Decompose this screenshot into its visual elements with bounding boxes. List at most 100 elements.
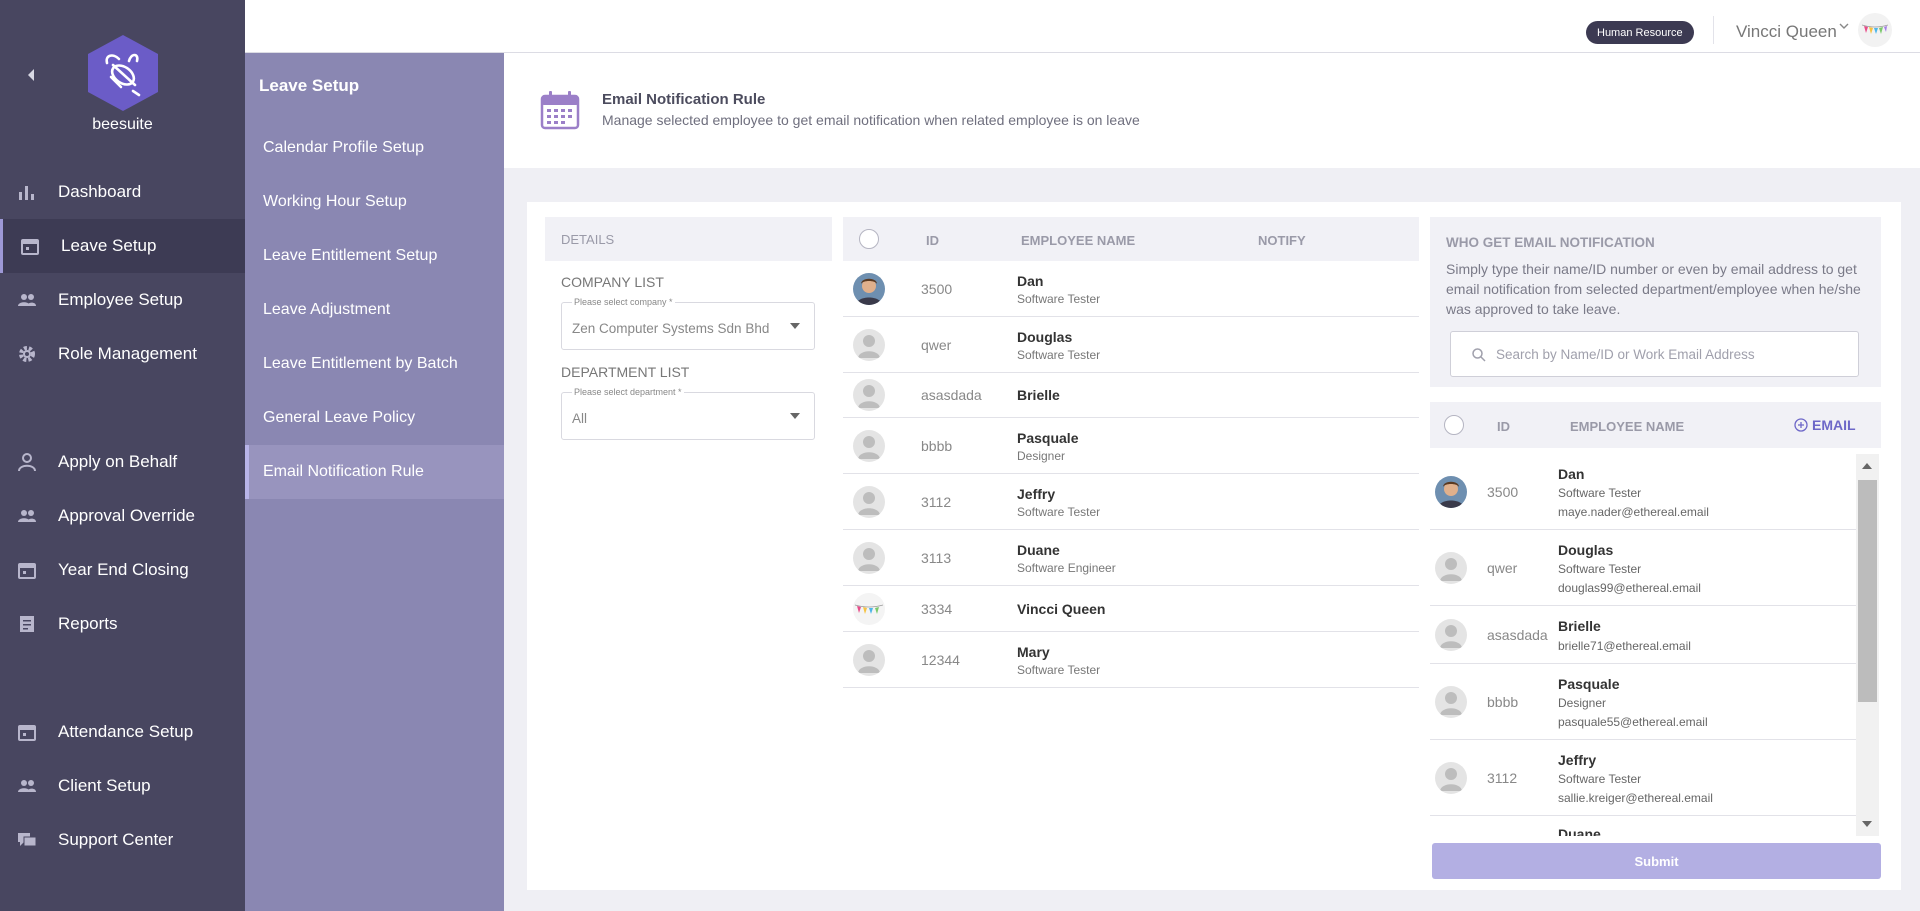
sidebar-item-support-center[interactable]: Support Center (0, 813, 245, 867)
sidebar-item-leave-setup[interactable]: Leave Setup (0, 219, 245, 273)
avatar (853, 644, 885, 676)
list-item[interactable]: qwer Douglas Software Tester douglas99@e… (1430, 530, 1865, 606)
department-select[interactable]: Please select department * All (561, 387, 815, 440)
table-row[interactable]: asasdada Brielle (843, 373, 1419, 418)
subnav-item-leave-entitlement-by-batch[interactable]: Leave Entitlement by Batch (245, 337, 504, 391)
sidebar-item-dashboard[interactable]: Dashboard (0, 165, 245, 219)
notification-list: 3500 Dan Software Tester maye.nader@ethe… (1430, 454, 1865, 836)
role-badge[interactable]: Human Resource (1586, 21, 1694, 44)
scroll-thumb[interactable] (1858, 480, 1877, 702)
people-icon (0, 290, 58, 310)
employee-name: Douglas (1558, 542, 1614, 558)
avatar (853, 329, 885, 361)
list-item[interactable]: bbbb Pasquale Designer pasquale55@ethere… (1430, 664, 1865, 740)
department-select-value: All (572, 411, 588, 426)
sidebar-item-approval-override[interactable]: Approval Override (0, 489, 245, 543)
employee-role: Software Tester (1558, 562, 1642, 576)
table-row[interactable]: qwer Douglas Software Tester (843, 317, 1419, 373)
table-row[interactable]: 3334 Vincci Queen (843, 586, 1419, 632)
table-row[interactable]: 3500 Dan Software Tester (843, 261, 1419, 317)
avatar (853, 273, 885, 305)
subnav-item-label: Leave Adjustment (263, 301, 391, 318)
chat-icon (0, 830, 58, 850)
sidebar-item-role-management[interactable]: Role Management (0, 327, 245, 381)
user-avatar[interactable] (1858, 13, 1892, 47)
calendar-icon (540, 90, 580, 130)
chevron-down-icon[interactable] (1839, 21, 1849, 33)
main-card: DETAILS COMPANY LIST Please select compa… (527, 202, 1901, 890)
column-header-employee-name: EMPLOYEE NAME (1021, 233, 1136, 248)
scroll-down-arrow-icon[interactable] (1862, 821, 1872, 827)
sidebar-item-label: Dashboard (58, 182, 142, 201)
scroll-up-arrow-icon[interactable] (1862, 463, 1872, 469)
company-list-label: COMPANY LIST (561, 274, 664, 290)
search-input[interactable] (1496, 344, 1846, 364)
list-item[interactable]: asasdada Brielle brielle71@ethereal.emai… (1430, 606, 1865, 664)
avatar (853, 593, 885, 625)
table-row[interactable]: bbbb Pasquale Designer (843, 418, 1419, 474)
table-row[interactable]: 3113 Duane Software Engineer (843, 530, 1419, 586)
subnav-item-label: Working Hour Setup (263, 193, 407, 210)
employee-role: Software Tester (1017, 505, 1101, 519)
bunting-icon (1862, 24, 1888, 34)
calendar-icon (3, 236, 61, 256)
user-name[interactable]: Vincci Queen (1736, 22, 1837, 42)
subnav-item-calendar-profile-setup[interactable]: Calendar Profile Setup (245, 121, 504, 175)
subnav-item-leave-adjustment[interactable]: Leave Adjustment (245, 283, 504, 337)
sidebar-item-year-end-closing[interactable]: Year End Closing (0, 543, 245, 597)
list-item[interactable]: Duane (1430, 816, 1865, 836)
avatar (853, 542, 885, 574)
submit-button[interactable]: Submit (1432, 843, 1881, 879)
employee-email: brielle71@ethereal.email (1558, 639, 1691, 653)
search-box[interactable] (1450, 331, 1859, 377)
bunting-icon (854, 604, 884, 614)
avatar (1435, 619, 1467, 651)
employee-table-header: ID EMPLOYEE NAME NOTIFY (843, 217, 1419, 261)
select-all-radio[interactable] (859, 229, 879, 249)
table-row[interactable]: 3112 Jeffry Software Tester (843, 474, 1419, 530)
sidebar-item-client-setup[interactable]: Client Setup (0, 759, 245, 813)
subnav-item-leave-entitlement-setup[interactable]: Leave Entitlement Setup (245, 229, 504, 283)
company-select[interactable]: Please select company * Zen Computer Sys… (561, 297, 815, 350)
employee-name: Pasquale (1558, 676, 1620, 692)
calendar-icon (0, 560, 58, 580)
list-item[interactable]: 3500 Dan Software Tester maye.nader@ethe… (1430, 454, 1865, 530)
avatar (853, 486, 885, 518)
sidebar-item-reports[interactable]: Reports (0, 597, 245, 651)
subnav-item-label: Leave Entitlement Setup (263, 247, 438, 264)
employee-id: asasdada (1487, 627, 1548, 643)
employee-id: qwer (1487, 560, 1518, 576)
avatar (1435, 686, 1467, 718)
employee-id: 3500 (921, 281, 953, 297)
collapse-sidebar-icon[interactable] (26, 68, 40, 84)
column-header-id: ID (1497, 419, 1510, 434)
employee-role: Designer (1558, 696, 1607, 710)
employee-email: maye.nader@ethereal.email (1558, 505, 1709, 519)
main-sidebar: beesuite Dashboard Leave Setup Employee … (0, 0, 245, 911)
details-heading: DETAILS (545, 217, 832, 261)
subnav-item-working-hour-setup[interactable]: Working Hour Setup (245, 175, 504, 229)
select-all-notify-radio[interactable] (1444, 415, 1464, 435)
employee-id: 3112 (1487, 770, 1518, 786)
subnav-item-email-notification-rule[interactable]: Email Notification Rule (245, 445, 504, 499)
page-title: Email Notification Rule (602, 91, 766, 108)
company-select-value: Zen Computer Systems Sdn Bhd (572, 321, 770, 336)
company-select-label: Please select company * (572, 297, 675, 307)
sidebar-item-apply-on-behalf[interactable]: Apply on Behalf (0, 435, 245, 489)
sidebar-item-label: Client Setup (58, 776, 151, 795)
add-email-button[interactable]: EMAIL (1794, 417, 1856, 433)
employee-name: Duane (1558, 826, 1601, 836)
topbar-divider (1713, 16, 1714, 44)
subnav-item-general-leave-policy[interactable]: General Leave Policy (245, 391, 504, 445)
table-row[interactable]: 12344 Mary Software Tester (843, 632, 1419, 688)
employee-id: bbbb (921, 438, 953, 454)
avatar (853, 379, 885, 411)
people-icon (0, 776, 58, 796)
employee-role: Software Tester (1017, 663, 1101, 677)
sidebar-item-attendance-setup[interactable]: Attendance Setup (0, 705, 245, 759)
leave-setup-subnav: Leave Setup Calendar Profile Setup Worki… (245, 53, 504, 911)
list-item[interactable]: 3112 Jeffry Software Tester sallie.kreig… (1430, 740, 1865, 816)
sidebar-item-employee-setup[interactable]: Employee Setup (0, 273, 245, 327)
dropdown-caret-icon (790, 413, 800, 419)
notification-list-scrollbar[interactable] (1856, 454, 1879, 836)
